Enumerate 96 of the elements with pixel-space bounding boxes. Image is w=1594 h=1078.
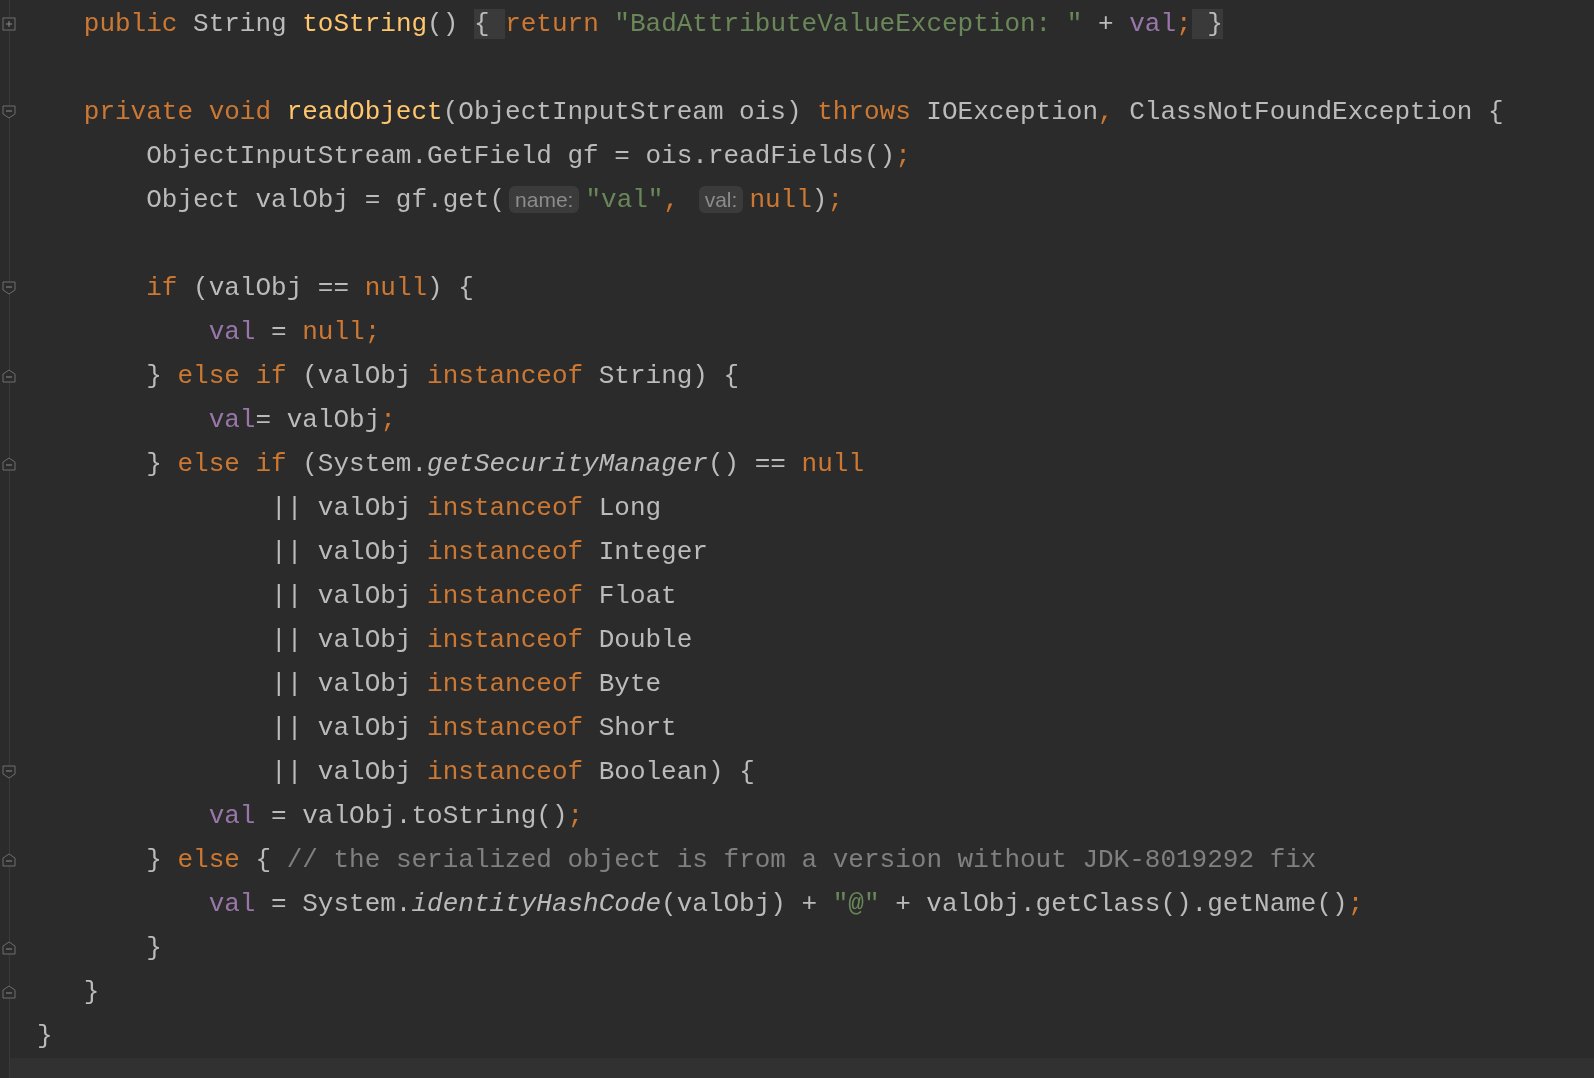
code-text: Double [597,625,693,655]
field-name: val [207,405,256,435]
code-text: + valObj.getClass().getName() [894,889,1348,919]
code-text: (ObjectInputStream ois) [442,97,803,127]
code-text: = valObj [255,405,381,435]
keyword: ; [567,801,584,831]
keyword: else if [177,449,287,479]
field-name: val [207,801,256,831]
keyword: throws [817,97,911,127]
parameter-hint: val: [698,186,744,213]
code-text: + [1097,9,1115,39]
fold-end-icon[interactable] [2,941,16,955]
code-text: Integer [597,537,708,567]
code-text: Float [597,581,677,611]
code-text: || valObj [270,757,413,787]
keyword: else [177,845,240,875]
code-text: ClassNotFoundException { [1128,97,1504,127]
code-text: } [37,1021,53,1051]
keyword: ; [380,405,396,435]
keyword: ; [1176,9,1192,39]
field-name: val [1129,9,1177,39]
code-text: || valObj [270,713,413,743]
keyword: if [145,273,178,303]
fold-collapse-icon[interactable] [2,281,16,295]
method-call: identityHashCode [411,889,662,919]
code-text: || valObj [270,625,413,655]
code-text: ObjectInputStream.GetField gf = ois.readFields() [145,141,896,171]
code-text: String [192,9,288,39]
code-text: } [145,933,162,963]
keyword: else if [177,361,287,391]
code-text: (valObj == [192,273,351,303]
code-text: (valObj [301,361,413,391]
code-comment: // the serialized object is from a version without JDK-8019292 fix [286,845,1317,875]
code-text: } [82,977,100,1007]
method-name: readObject [286,97,443,127]
code-text: (valObj) + [661,889,819,919]
code-text: (System. [301,449,428,479]
keyword: null; [302,317,381,347]
code-text: || valObj [270,537,413,567]
keyword: instanceof [427,713,584,743]
fold-expand-icon[interactable] [2,17,16,31]
parameter-hint: name: [509,186,580,213]
method-name: toString [302,9,428,39]
code-text: || valObj [270,669,413,699]
keyword: , [663,185,681,215]
code-text: String) { [597,361,740,391]
keyword: instanceof [427,625,584,655]
code-text: Boolean) { [597,757,755,787]
code-text: || valObj [270,581,413,611]
string-literal: "BadAttributeValueException: " [613,9,1083,39]
method-call: getSecurityManager [427,449,708,479]
code-text: () == [707,449,787,479]
keyword: private void [82,97,273,127]
keyword: ; [895,141,911,171]
code-text: } [145,449,163,479]
keyword: null [749,185,812,215]
keyword: instanceof [427,581,584,611]
code-text: || valObj [270,493,413,523]
code-text: ) [811,185,828,215]
code-text: Byte [597,669,662,699]
string-literal: "@" [832,889,880,919]
fold-end-icon[interactable] [2,369,16,383]
code-text: Short [597,713,677,743]
keyword: instanceof [427,757,584,787]
code-text: } [145,845,163,875]
fold-end-icon[interactable] [2,457,16,471]
keyword: ; [1347,889,1364,919]
field-name: val [207,889,256,919]
code-text: IOException [925,97,1098,127]
keyword: instanceof [427,361,584,391]
keyword: null [801,449,864,479]
code-text: = System. [270,889,412,919]
keyword: instanceof [427,537,584,567]
fold-collapse-icon[interactable] [2,105,16,119]
fold-collapse-icon[interactable] [2,765,16,779]
string-literal: "val" [585,185,664,215]
fold-end-icon[interactable] [2,985,16,999]
keyword: , [1098,97,1114,127]
code-text: Object valObj = gf.get( [145,185,506,215]
code-text: } [145,361,163,391]
keyword: ; [827,185,843,215]
code-text: = [270,317,288,347]
keyword: instanceof [427,493,584,523]
code-text: () [427,9,460,39]
keyword: null [364,273,428,303]
keyword: return [505,9,599,39]
fold-end-icon[interactable] [2,853,16,867]
keyword: instanceof [427,669,584,699]
code-text: = valObj.toString() [270,801,568,831]
field-name: val [207,317,256,347]
code-text: { [254,845,273,875]
folded-brace: { [473,9,506,39]
code-text: Long [597,493,662,523]
code-text: ) { [427,273,474,303]
keyword: public [82,9,178,39]
folded-brace: } [1191,9,1223,39]
